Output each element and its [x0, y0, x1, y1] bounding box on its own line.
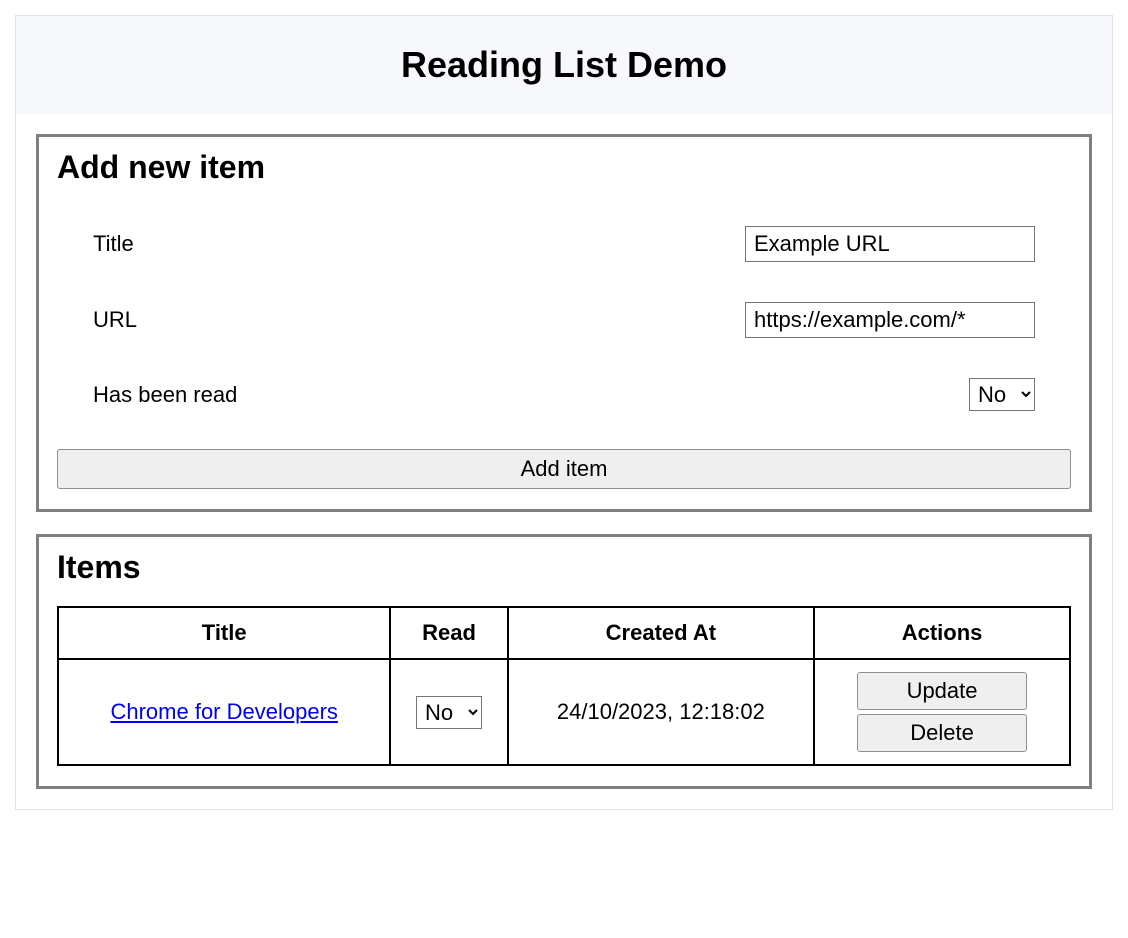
content-area: Add new item Title URL Has been read No … — [16, 114, 1112, 809]
read-label: Has been read — [93, 382, 237, 408]
title-row: Title — [57, 206, 1071, 282]
cell-actions: Update Delete — [814, 659, 1070, 765]
row-read-select[interactable]: No Yes — [416, 696, 482, 729]
items-table: Title Read Created At Actions Chrome for… — [57, 606, 1071, 766]
read-row: Has been read No Yes — [57, 358, 1071, 431]
read-select[interactable]: No Yes — [969, 378, 1035, 411]
app-container: Reading List Demo Add new item Title URL… — [15, 15, 1113, 810]
col-title: Title — [58, 607, 390, 659]
items-section: Items Title Read Created At Actions Chro… — [36, 534, 1092, 789]
url-row: URL — [57, 282, 1071, 358]
item-title-link[interactable]: Chrome for Developers — [110, 699, 337, 724]
header-bar: Reading List Demo — [16, 16, 1112, 114]
items-heading: Items — [57, 549, 1071, 586]
url-input[interactable] — [745, 302, 1035, 338]
table-header-row: Title Read Created At Actions — [58, 607, 1070, 659]
page-title: Reading List Demo — [36, 44, 1092, 86]
col-actions: Actions — [814, 607, 1070, 659]
url-label: URL — [93, 307, 137, 333]
add-item-heading: Add new item — [57, 149, 1071, 186]
add-item-section: Add new item Title URL Has been read No … — [36, 134, 1092, 512]
col-created-at: Created At — [508, 607, 814, 659]
title-label: Title — [93, 231, 134, 257]
update-button[interactable]: Update — [857, 672, 1027, 710]
cell-created-at: 24/10/2023, 12:18:02 — [508, 659, 814, 765]
add-item-button[interactable]: Add item — [57, 449, 1071, 489]
cell-title: Chrome for Developers — [58, 659, 390, 765]
delete-button[interactable]: Delete — [857, 714, 1027, 752]
table-row: Chrome for Developers No Yes 24/10/2023,… — [58, 659, 1070, 765]
cell-read: No Yes — [390, 659, 507, 765]
title-input[interactable] — [745, 226, 1035, 262]
col-read: Read — [390, 607, 507, 659]
